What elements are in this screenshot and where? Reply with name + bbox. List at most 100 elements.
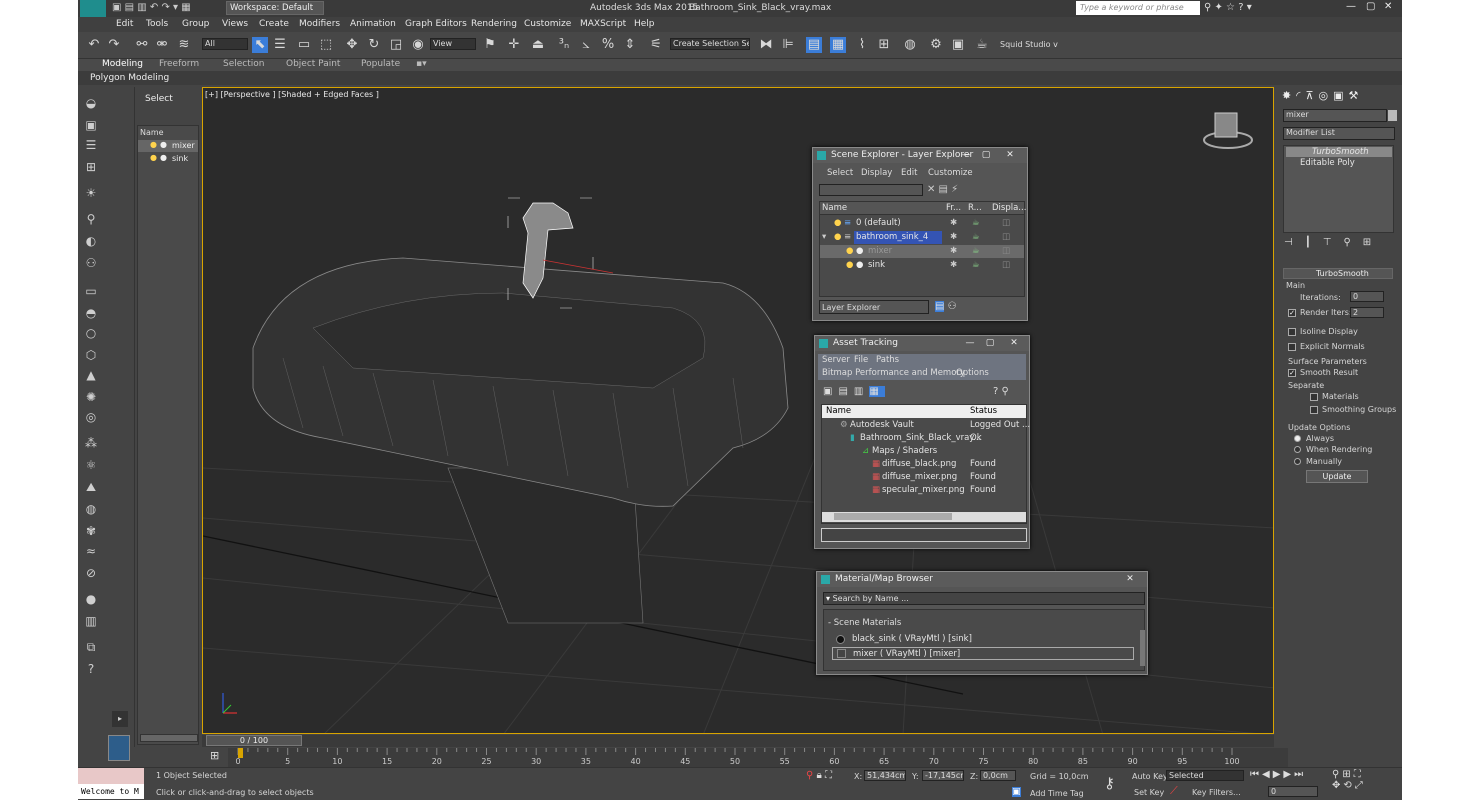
- key-icon[interactable]: ⚷: [1104, 774, 1115, 792]
- minimize-button[interactable]: —: [1346, 1, 1356, 12]
- cone-icon[interactable]: ▲: [83, 367, 99, 383]
- edit-named-sel-icon[interactable]: ⚟: [648, 37, 664, 53]
- material-item-mixer[interactable]: mixer ( VRayMtl ) [mixer]: [832, 647, 1134, 660]
- status-icons[interactable]: ⚲ 🔒︎ ⛶: [806, 770, 832, 781]
- close-button[interactable]: ✕: [1007, 338, 1021, 349]
- menu-display[interactable]: Display: [861, 168, 892, 178]
- render-iters-checkbox[interactable]: ✓: [1288, 309, 1296, 317]
- render-icon[interactable]: ☕: [972, 217, 980, 230]
- set-key-icon[interactable]: ⟋: [1170, 784, 1178, 798]
- menu-group[interactable]: Group: [182, 19, 209, 29]
- freeze-icon[interactable]: ✱: [950, 231, 957, 244]
- asset-row[interactable]: ⚙ Autodesk Vault Logged Out ...: [822, 419, 1030, 432]
- ribbon-tab-freeform[interactable]: Freeform: [159, 59, 199, 69]
- asset-toolbar-icons[interactable]: ▣▤▥▦: [823, 386, 885, 397]
- display-icon[interactable]: ◫: [1002, 259, 1010, 272]
- globe-icon[interactable]: ◍: [83, 501, 99, 517]
- menu-customize[interactable]: Customize: [524, 19, 571, 29]
- system-icon[interactable]: ⚇: [83, 255, 99, 271]
- script-icon[interactable]: ⧉: [83, 639, 99, 655]
- ribbon-tab-object-paint[interactable]: Object Paint: [286, 59, 340, 69]
- xref-icon[interactable]: ⊘: [83, 565, 99, 581]
- set-key-button[interactable]: Set Key: [1134, 788, 1164, 797]
- align-icon[interactable]: ⊫: [780, 37, 796, 53]
- smooth-result-checkbox[interactable]: ✓: [1288, 369, 1296, 377]
- stack-item-turbosmooth[interactable]: TurboSmooth: [1286, 147, 1392, 157]
- menu-maxscript[interactable]: MAXScript: [580, 19, 626, 29]
- menu-animation[interactable]: Animation: [350, 19, 396, 29]
- search-input[interactable]: Type a keyword or phrase: [1076, 1, 1200, 15]
- scene-icon[interactable]: ▣: [83, 117, 99, 133]
- helper-icon[interactable]: ⚲: [83, 211, 99, 227]
- display-icon[interactable]: ◫: [1002, 217, 1010, 230]
- light-bulb-icon[interactable]: ●: [846, 245, 853, 258]
- rotate-icon[interactable]: ↻: [366, 37, 382, 53]
- render-production-icon[interactable]: ☕: [974, 37, 990, 53]
- search-tools-icons[interactable]: ✕ ▤ ⚡: [927, 184, 958, 195]
- maxscript-listener[interactable]: [78, 768, 144, 784]
- unlink-icon[interactable]: ⚮: [154, 37, 170, 53]
- display-column-header[interactable]: Displa...: [992, 202, 1026, 215]
- link-icon[interactable]: ⚯: [134, 37, 150, 53]
- manually-radio[interactable]: [1294, 458, 1301, 465]
- restore-button[interactable]: ▢: [979, 150, 993, 161]
- menu-bitmap-performance[interactable]: Bitmap Performance and Memory: [822, 368, 965, 378]
- viewport-nav-icons[interactable]: ⚲⊞⛶ ✥⟲⤢: [1332, 769, 1366, 791]
- horizontal-scrollbar[interactable]: [822, 512, 1026, 522]
- select-by-name-icon[interactable]: ☰: [272, 37, 288, 53]
- tree-item-sink[interactable]: ● ● sink: [138, 153, 198, 165]
- explicit-normals-checkbox[interactable]: [1288, 343, 1296, 351]
- menu-server[interactable]: Server: [822, 355, 850, 365]
- freeze-icon[interactable]: ✱: [950, 217, 957, 230]
- asset-tracking-titlebar[interactable]: Asset Tracking — ▢ ✕: [815, 336, 1029, 351]
- select-menu[interactable]: Select: [145, 94, 173, 104]
- menu-graph-editors[interactable]: Graph Editors: [405, 19, 467, 29]
- tree-item-mixer[interactable]: ● ● mixer: [138, 140, 198, 152]
- freeze-icon[interactable]: ✱: [950, 245, 957, 258]
- menu-modifiers[interactable]: Modifiers: [299, 19, 340, 29]
- layer-row-bathroom-sink[interactable]: ▾ ● ≡ bathroom_sink_4 ✱ ☕ ◫: [820, 231, 1024, 244]
- name-column-header[interactable]: Name: [826, 405, 851, 418]
- layer-explorer-icon[interactable]: ▤: [806, 37, 822, 53]
- menu-paths[interactable]: Paths: [876, 355, 899, 365]
- asset-row[interactable]: ▦ diffuse_black.png Found: [822, 458, 1026, 471]
- key-filters-button[interactable]: Key Filters...: [1192, 788, 1241, 797]
- light-icon[interactable]: ☀: [83, 185, 99, 201]
- scene-explorer-titlebar[interactable]: Scene Explorer - Layer Explorer — ▢ ✕: [813, 148, 1027, 163]
- material-search-input[interactable]: ▾ Search by Name ...: [823, 592, 1145, 605]
- asset-row[interactable]: ⊿ Maps / Shaders: [822, 445, 1026, 458]
- viewcube-icon[interactable]: [1203, 112, 1253, 149]
- spinner-snap-icon[interactable]: ⇕: [622, 37, 638, 53]
- explorer-type-dropdown[interactable]: Layer Explorer: [819, 300, 929, 314]
- trackbar-toggle-icon[interactable]: ⊞: [210, 749, 219, 762]
- toggle-ribbon-icon[interactable]: ▦: [830, 37, 846, 53]
- dome-icon[interactable]: ◓: [83, 305, 99, 321]
- freeze-icon[interactable]: ✱: [950, 259, 957, 272]
- layer-row-mixer[interactable]: ● ● mixer ✱ ☕ ◫: [820, 245, 1024, 258]
- menu-options[interactable]: Options: [956, 368, 989, 378]
- iterations-spinner[interactable]: 0: [1350, 291, 1384, 302]
- playback-controls[interactable]: ⏮◀▶▶⏭: [1250, 769, 1306, 780]
- plant-icon[interactable]: ✾: [83, 523, 99, 539]
- explorer-footer-icons[interactable]: ▤ ⚇: [935, 301, 957, 312]
- maxscript-input[interactable]: Welcome to M: [78, 784, 144, 799]
- menu-customize[interactable]: Customize: [928, 168, 973, 178]
- particles-icon[interactable]: ⁂: [83, 435, 99, 451]
- sun-icon[interactable]: ✺: [83, 389, 99, 405]
- menu-edit[interactable]: Edit: [116, 19, 133, 29]
- manipulate-icon[interactable]: ✛: [506, 37, 522, 53]
- minimize-button[interactable]: —: [963, 338, 977, 349]
- help-icon[interactable]: ?: [83, 661, 99, 677]
- menu-rendering[interactable]: Rendering: [471, 19, 517, 29]
- menu-create[interactable]: Create: [259, 19, 289, 29]
- hair-icon[interactable]: ≈: [83, 543, 99, 559]
- restore-button[interactable]: ▢: [983, 338, 997, 349]
- material-browser-titlebar[interactable]: Material/Map Browser ✕: [817, 572, 1147, 587]
- always-radio[interactable]: [1294, 435, 1301, 442]
- light-bulb-icon[interactable]: ●: [846, 259, 853, 272]
- viewport-layout-thumb[interactable]: [108, 735, 130, 761]
- molecule-icon[interactable]: ⚛: [83, 457, 99, 473]
- panel-scrollbar[interactable]: [140, 734, 198, 742]
- x-coord-field[interactable]: 51,434cm: [864, 770, 906, 781]
- status-column-header[interactable]: Status: [970, 405, 997, 418]
